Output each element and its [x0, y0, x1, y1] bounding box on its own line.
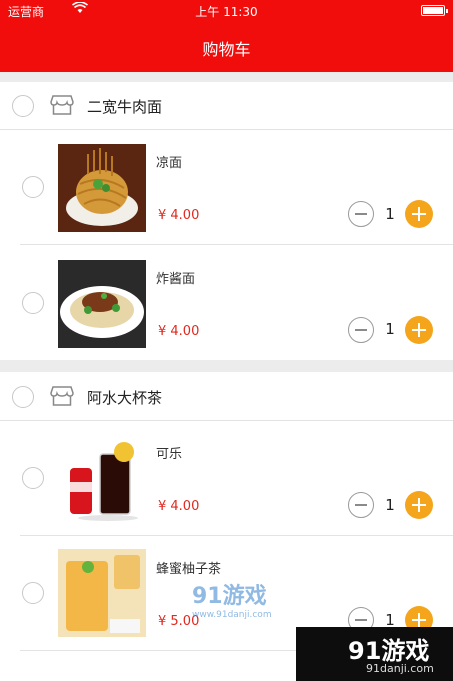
status-bar: 运营商 上午 11:30 [0, 0, 453, 22]
item-price: ¥ 4.00 [158, 324, 200, 339]
section-divider [0, 72, 453, 82]
store-select-radio[interactable] [12, 386, 34, 408]
store-name: 阿水大杯茶 [87, 389, 163, 407]
item-select-radio[interactable] [22, 176, 44, 198]
store-icon [50, 95, 74, 115]
section-divider [0, 360, 453, 372]
store-icon [50, 386, 74, 406]
increase-quantity-button[interactable] [405, 316, 433, 344]
honey-citron-tea-image [58, 549, 146, 637]
watermark-text: 91游戏 [192, 584, 267, 609]
zhajiang-noodles-image [58, 260, 146, 348]
watermark: 91游戏 www.91danji.com [192, 578, 272, 620]
logo-text: 91游戏 [348, 637, 430, 665]
watermark-url: www.91danji.com [192, 610, 272, 620]
item-name: 凉面 [156, 156, 183, 171]
page-title: 购物车 [202, 40, 251, 59]
item-select-radio[interactable] [22, 292, 44, 314]
decrease-quantity-button[interactable] [348, 317, 374, 343]
decrease-quantity-button[interactable] [348, 201, 374, 227]
status-time: 上午 11:30 [195, 5, 258, 19]
divider [20, 535, 453, 536]
item-select-radio[interactable] [22, 582, 44, 604]
item-price: ¥ 4.00 [158, 499, 200, 514]
quantity-value: 1 [385, 205, 395, 223]
divider [0, 129, 453, 130]
store-select-radio[interactable] [12, 95, 34, 117]
item-price: ¥ 4.00 [158, 208, 200, 223]
decrease-quantity-button[interactable] [348, 492, 374, 518]
item-name: 炸酱面 [156, 272, 196, 287]
logo-url: 91danji.com [366, 662, 434, 675]
cola-image [58, 434, 146, 522]
navigation-bar: 运营商 上午 11:30 购物车 [0, 0, 453, 72]
item-name: 蜂蜜柚子茶 [156, 562, 222, 577]
divider [0, 420, 453, 421]
increase-quantity-button[interactable] [405, 491, 433, 519]
battery-icon [421, 5, 448, 16]
divider [20, 244, 453, 245]
quantity-value: 1 [385, 496, 395, 514]
item-select-radio[interactable] [22, 467, 44, 489]
increase-quantity-button[interactable] [405, 200, 433, 228]
cold-noodles-image [58, 144, 146, 232]
store-name: 二宽牛肉面 [87, 98, 163, 116]
quantity-value: 1 [385, 320, 395, 338]
site-logo-badge: 91游戏 91danji.com [296, 627, 453, 681]
item-name: 可乐 [156, 447, 183, 462]
